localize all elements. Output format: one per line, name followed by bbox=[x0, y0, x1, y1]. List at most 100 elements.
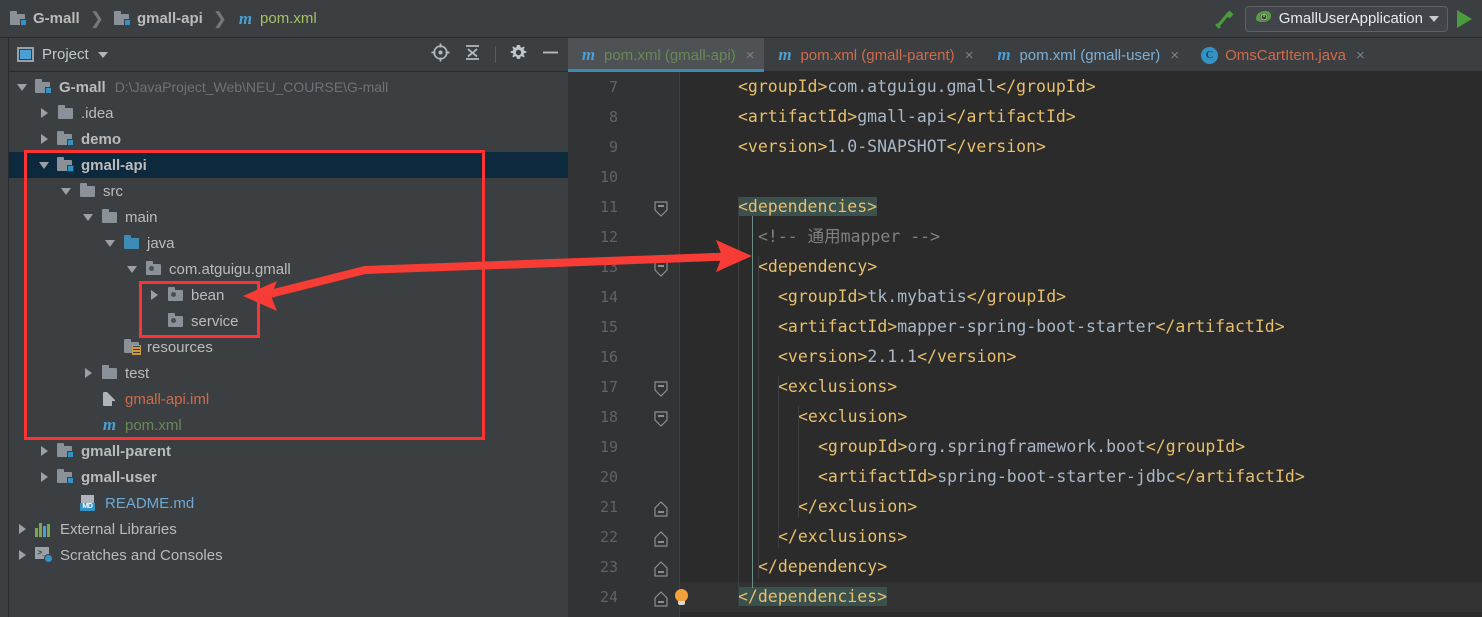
code-token-tag: <dependencies> bbox=[738, 197, 878, 216]
close-icon[interactable]: × bbox=[746, 47, 755, 64]
code-line[interactable]: <dependency> bbox=[758, 252, 877, 282]
code-fold-close-icon[interactable] bbox=[654, 591, 668, 607]
code-line[interactable]: </exclusion> bbox=[798, 492, 917, 522]
code-content[interactable]: 7 <groupId>com.atguigu.gmall</groupId> 8 <a… bbox=[600, 72, 1482, 617]
code-line[interactable]: <artifactId>mapper-spring-boot-starter</… bbox=[778, 312, 1285, 342]
code-token-tag: </dependency> bbox=[758, 557, 888, 576]
tree-node-gmall-parent[interactable]: gmall-parent bbox=[9, 438, 568, 464]
editor-tab-bar[interactable]: m pom.xml (gmall-api) × m pom.xml (gmall-par… bbox=[568, 38, 1482, 72]
tree-node-scratches-and-consoles[interactable]: >_ Scratches and Consoles bbox=[9, 542, 568, 568]
external-libraries-icon bbox=[35, 522, 53, 537]
tree-node-pom-xml[interactable]: m pom.xml bbox=[9, 412, 568, 438]
line-number: 9 bbox=[608, 138, 618, 156]
breadcrumb-label-file: pom.xml bbox=[260, 10, 317, 27]
editor-tab-omscartitem-java[interactable]: C OmsCartItem.java × bbox=[1189, 38, 1375, 72]
run-play-icon[interactable] bbox=[1457, 9, 1472, 28]
code-fold-open-icon[interactable] bbox=[654, 261, 668, 277]
expand-arrow-open-icon[interactable] bbox=[17, 81, 29, 93]
hide-panel-icon[interactable] bbox=[541, 43, 560, 67]
chevron-down-icon[interactable] bbox=[1429, 15, 1439, 22]
collapse-all-icon[interactable] bbox=[463, 43, 482, 67]
code-fold-open-icon[interactable] bbox=[654, 201, 668, 217]
tree-node-g-mall[interactable]: G-mall D:\JavaProject_Web\NEU_COURSE\G-ma… bbox=[9, 74, 568, 100]
expand-arrow-open-icon[interactable] bbox=[61, 185, 73, 197]
expand-arrow-open-icon[interactable] bbox=[39, 159, 51, 171]
tree-node-gmall-api[interactable]: gmall-api bbox=[9, 152, 568, 178]
code-line[interactable]: <exclusion> bbox=[798, 402, 907, 432]
tree-node-idea[interactable]: .idea bbox=[9, 100, 568, 126]
code-token-tag: <exclusion> bbox=[798, 407, 908, 426]
tree-node-main[interactable]: main bbox=[9, 204, 568, 230]
code-line[interactable]: <groupId>com.atguigu.gmall</groupId> bbox=[738, 72, 1096, 102]
code-fold-close-icon[interactable] bbox=[654, 561, 668, 577]
code-editor[interactable]: 7 <groupId>com.atguigu.gmall</groupId> 8 <a… bbox=[568, 72, 1482, 617]
code-line[interactable]: <artifactId>gmall-api</artifactId> bbox=[738, 102, 1076, 132]
expand-arrow-open-icon[interactable] bbox=[127, 263, 139, 275]
tree-node-test[interactable]: test bbox=[9, 360, 568, 386]
editor-tab-pom-xml-gmall-user[interactable]: m pom.xml (gmall-user) × bbox=[983, 38, 1189, 72]
tree-node-readme-md[interactable]: MD README.md bbox=[9, 490, 568, 516]
tree-node-resources[interactable]: resources bbox=[9, 334, 568, 360]
run-configuration-selector[interactable]: GmallUserApplication bbox=[1244, 5, 1448, 32]
indent-guide bbox=[798, 406, 799, 518]
expand-arrow-closed-icon[interactable] bbox=[17, 523, 29, 535]
tree-node-external-libraries[interactable]: External Libraries bbox=[9, 516, 568, 542]
editor-tab-pom-xml-gmall-api[interactable]: m pom.xml (gmall-api) × bbox=[568, 38, 765, 72]
code-line[interactable]: <groupId>org.springframework.boot</group… bbox=[818, 432, 1245, 462]
code-line[interactable]: <!-- 通用mapper --> bbox=[758, 222, 940, 252]
intention-bulb-icon[interactable] bbox=[674, 589, 689, 606]
close-icon[interactable]: × bbox=[1356, 47, 1365, 64]
project-tree[interactable]: G-mall D:\JavaProject_Web\NEU_COURSE\G-ma… bbox=[9, 72, 568, 617]
tree-node-gmall-user[interactable]: gmall-user bbox=[9, 464, 568, 490]
settings-gear-icon[interactable] bbox=[509, 43, 528, 67]
expand-arrow-open-icon[interactable] bbox=[83, 211, 95, 223]
tree-node-label: gmall-api.iml bbox=[125, 390, 210, 408]
breadcrumb-item-module[interactable]: gmall-api bbox=[110, 8, 207, 29]
expand-arrow-closed-icon[interactable] bbox=[17, 549, 29, 561]
left-tool-window-stripe[interactable] bbox=[0, 38, 9, 617]
close-icon[interactable]: × bbox=[1170, 47, 1179, 64]
code-fold-open-icon[interactable] bbox=[654, 411, 668, 427]
expand-arrow-closed-icon[interactable] bbox=[39, 107, 51, 119]
tree-node-icon bbox=[123, 235, 140, 250]
code-line[interactable]: <version>2.1.1</version> bbox=[778, 342, 1016, 372]
code-token-tag: </exclusions> bbox=[778, 527, 908, 546]
tree-node-demo[interactable]: demo bbox=[9, 126, 568, 152]
source-folder-icon bbox=[123, 235, 140, 250]
expand-arrow-open-icon[interactable] bbox=[105, 237, 117, 249]
project-panel-title: Project bbox=[42, 46, 89, 63]
code-line[interactable]: </dependencies> bbox=[738, 582, 888, 612]
tree-node-service[interactable]: service bbox=[9, 308, 568, 334]
code-line[interactable]: </dependency> bbox=[758, 552, 887, 582]
tree-node-src[interactable]: src bbox=[9, 178, 568, 204]
code-line[interactable]: <dependencies> bbox=[738, 192, 878, 222]
code-token-val: tk.mybatis bbox=[867, 287, 967, 306]
code-token-tag: <exclusions> bbox=[778, 377, 898, 396]
code-line[interactable]: <exclusions> bbox=[778, 372, 897, 402]
code-token-tag: <version> bbox=[738, 137, 828, 156]
code-fold-close-icon[interactable] bbox=[654, 501, 668, 517]
editor-tab-pom-xml-gmall-parent[interactable]: m pom.xml (gmall-parent) × bbox=[764, 38, 983, 72]
chevron-down-icon[interactable] bbox=[97, 51, 108, 58]
code-line[interactable]: <groupId>tk.mybatis</groupId> bbox=[778, 282, 1066, 312]
locate-target-icon[interactable] bbox=[431, 43, 450, 67]
code-line[interactable]: <artifactId>spring-boot-starter-jdbc</ar… bbox=[818, 462, 1305, 492]
breadcrumb-item-project[interactable]: G-mall bbox=[6, 8, 84, 29]
expand-arrow-closed-icon[interactable] bbox=[39, 471, 51, 483]
code-line[interactable]: <version>1.0-SNAPSHOT</version> bbox=[738, 132, 1046, 162]
expand-arrow-closed-icon[interactable] bbox=[39, 133, 51, 145]
tree-node-gmall-api-iml[interactable]: gmall-api.iml bbox=[9, 386, 568, 412]
expand-arrow-placeholder bbox=[149, 315, 161, 327]
code-fold-open-icon[interactable] bbox=[654, 381, 668, 397]
close-icon[interactable]: × bbox=[965, 47, 974, 64]
expand-arrow-closed-icon[interactable] bbox=[83, 367, 95, 379]
hammer-build-icon[interactable] bbox=[1214, 8, 1236, 30]
expand-arrow-closed-icon[interactable] bbox=[39, 445, 51, 457]
expand-arrow-closed-icon[interactable] bbox=[149, 289, 161, 301]
tree-node-java[interactable]: java bbox=[9, 230, 568, 256]
breadcrumb-item-file[interactable]: m pom.xml bbox=[233, 8, 321, 29]
code-fold-close-icon[interactable] bbox=[654, 531, 668, 547]
tree-node-com-atguigu-gmall[interactable]: com.atguigu.gmall bbox=[9, 256, 568, 282]
code-line[interactable]: </exclusions> bbox=[778, 522, 907, 552]
tree-node-bean[interactable]: bean bbox=[9, 282, 568, 308]
